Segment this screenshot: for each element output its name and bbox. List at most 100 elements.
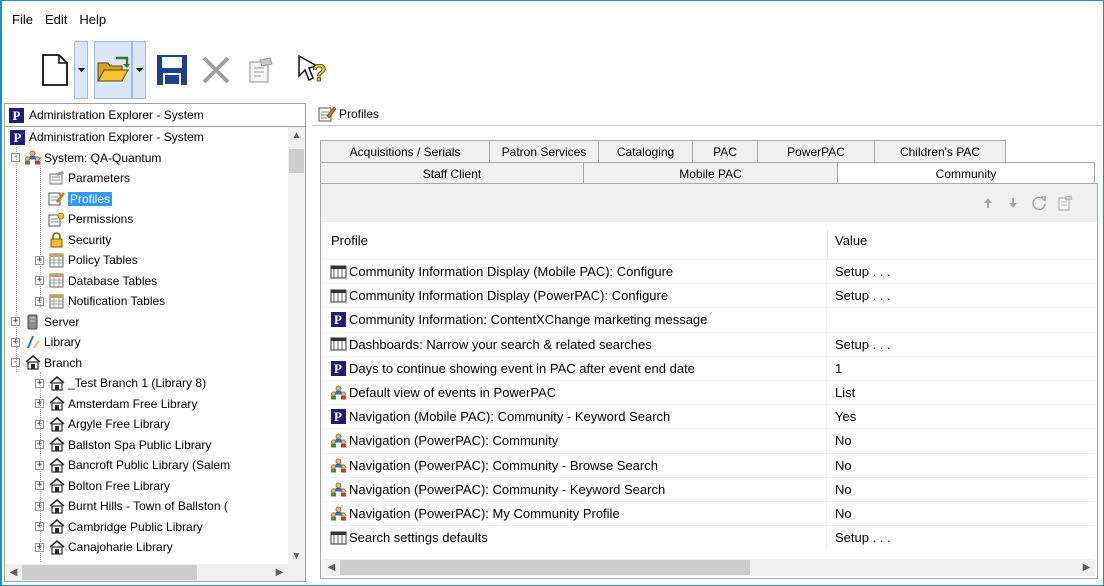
column-header-value[interactable]: Value: [827, 233, 867, 248]
help-button[interactable]: ?: [292, 41, 332, 99]
value-cell[interactable]: Setup . . .: [827, 264, 891, 279]
value-cell[interactable]: Yes: [827, 409, 856, 424]
column-header-profile[interactable]: Profile: [323, 233, 827, 248]
profile-cell: Dashboards: Narrow your search & related…: [323, 332, 827, 356]
users-icon: [329, 481, 347, 497]
arrow-down-icon: [1009, 198, 1017, 208]
move-up-button[interactable]: [978, 194, 998, 212]
save-button[interactable]: [152, 41, 192, 99]
profile-name: Community Information Display (Mobile PA…: [349, 264, 674, 279]
menu-help[interactable]: Help: [79, 12, 114, 27]
left-pane-header: P Administration Explorer - System: [4, 103, 306, 126]
tree-item[interactable]: + Library: [11, 332, 81, 352]
tree-item[interactable]: + Cambridge Public Library: [35, 517, 203, 537]
new-dropdown-button[interactable]: [74, 41, 88, 99]
tree-vscroll-thumb[interactable]: [289, 149, 304, 173]
profile-row[interactable]: P Days to continue showing event in PAC a…: [323, 355, 1095, 380]
grid-horizontal-scrollbar[interactable]: ◀ ▶: [323, 559, 1095, 576]
open-dropdown-button[interactable]: [132, 41, 146, 99]
tree-item[interactable]: + Argyle Free Library: [35, 414, 170, 434]
properties-button[interactable]: [240, 41, 280, 99]
scroll-right-arrow-icon[interactable]: ▶: [271, 564, 288, 581]
value-cell[interactable]: List: [827, 385, 855, 400]
tab-acquisitions-serials[interactable]: Acquisitions / Serials: [320, 140, 490, 162]
polaris-p-icon: P: [329, 360, 347, 376]
grid-hscroll-thumb[interactable]: [340, 560, 750, 575]
profile-row[interactable]: P Community Information: ContentXChange m…: [323, 307, 1095, 332]
scroll-left-arrow-icon[interactable]: ◀: [323, 559, 340, 576]
tree-item[interactable]: - System: QA-Quantum: [11, 148, 161, 168]
tree-item[interactable]: Security: [35, 230, 111, 250]
profile-row[interactable]: Community Information Display (PowerPAC)…: [323, 283, 1095, 308]
new-button-group: [36, 41, 88, 99]
tree-item[interactable]: - Branch: [11, 353, 82, 373]
tree-item[interactable]: Permissions: [35, 209, 133, 229]
scroll-down-arrow-icon[interactable]: ▼: [288, 548, 305, 565]
tree-connector: [16, 147, 17, 372]
value-cell[interactable]: Setup . . .: [827, 288, 891, 303]
delete-x-icon: [202, 56, 230, 84]
profile-row[interactable]: Dashboards: Narrow your search & related…: [323, 331, 1095, 356]
value-cell[interactable]: 1: [827, 361, 842, 376]
value-cell[interactable]: No: [827, 458, 852, 473]
svg-text:?: ?: [312, 60, 327, 86]
profile-row[interactable]: Navigation (PowerPAC): My Community Prof…: [323, 501, 1095, 525]
community-tab-panel: Profile Value Community Information Disp…: [320, 183, 1098, 579]
profile-row[interactable]: Navigation (PowerPAC): Community No: [323, 428, 1095, 453]
delete-button[interactable]: [196, 41, 236, 99]
tab-staff-client[interactable]: Staff Client: [320, 162, 584, 184]
value-cell[interactable]: No: [827, 506, 852, 521]
tree-item[interactable]: + Bolton Free Library: [35, 476, 170, 496]
tree-item-label: Argyle Free Library: [68, 417, 171, 431]
tree-horizontal-scrollbar[interactable]: ◀ ▶: [5, 564, 288, 581]
scroll-right-arrow-icon[interactable]: ▶: [1078, 559, 1095, 576]
tree-item[interactable]: + _Test Branch 1 (Library 8): [35, 373, 206, 393]
tree-item[interactable]: + Burnt Hills - Town of Ballston (: [35, 496, 228, 516]
tree-item[interactable]: + Amsterdam Free Library: [35, 394, 197, 414]
profile-row[interactable]: Community Information Display (Mobile PA…: [323, 259, 1095, 283]
menu-edit[interactable]: Edit: [45, 12, 75, 27]
scroll-up-arrow-icon[interactable]: ▲: [288, 127, 305, 144]
new-button[interactable]: [36, 41, 74, 99]
tree-vertical-scrollbar[interactable]: ▲ ▼: [288, 127, 305, 565]
open-button[interactable]: [94, 41, 132, 99]
refresh-icon: [1032, 196, 1046, 211]
tree-item[interactable]: + Policy Tables: [35, 250, 138, 270]
move-down-button[interactable]: [1003, 194, 1023, 212]
profile-row[interactable]: Default view of events in PowerPAC List: [323, 380, 1095, 404]
profile-row[interactable]: P Navigation (Mobile PAC): Community - Ke…: [323, 404, 1095, 429]
tree-item[interactable]: + Bancroft Public Library (Salem: [35, 455, 230, 475]
tree-item[interactable]: + Ballston Spa Public Library: [35, 435, 211, 455]
refresh-button[interactable]: [1029, 194, 1049, 212]
table-icon: [48, 252, 65, 268]
tab-patron-services[interactable]: Patron Services: [489, 140, 599, 162]
profile-row[interactable]: Search settings defaults Setup . . .: [323, 525, 1095, 550]
profile-row[interactable]: Navigation (PowerPAC): Community - Keywo…: [323, 476, 1095, 501]
value-cell[interactable]: No: [827, 433, 852, 448]
tab-mobile-pac[interactable]: Mobile PAC: [583, 162, 838, 184]
value-cell[interactable]: Setup . . .: [827, 530, 891, 545]
tree-item[interactable]: + Notification Tables: [35, 291, 165, 311]
tree-item[interactable]: + Canajoharie Library: [35, 537, 173, 557]
grid-properties-button[interactable]: [1055, 194, 1075, 212]
tree-item[interactable]: Profiles: [35, 189, 113, 209]
value-cell[interactable]: Setup . . .: [827, 337, 891, 352]
tab-childrens-pac[interactable]: Children's PAC: [874, 140, 1006, 162]
tab-community[interactable]: Community: [837, 162, 1095, 184]
toolbar: ?: [2, 37, 1103, 103]
tab-pac[interactable]: PAC: [692, 140, 758, 162]
parameters-icon: [48, 170, 65, 186]
tree-item[interactable]: + Server: [11, 312, 79, 332]
tab-cataloging[interactable]: Cataloging: [598, 140, 693, 162]
menu-file[interactable]: File: [12, 12, 41, 27]
profile-row[interactable]: Navigation (PowerPAC): Community - Brows…: [323, 452, 1095, 477]
tree-hscroll-thumb[interactable]: [22, 565, 197, 580]
profile-cell: Navigation (PowerPAC): My Community Prof…: [323, 502, 827, 525]
tab-powerpac[interactable]: PowerPAC: [757, 140, 875, 162]
value-cell[interactable]: No: [827, 482, 852, 497]
tree-item[interactable]: Parameters: [35, 168, 130, 188]
tabs-row-1: Acquisitions / Serials Patron Services C…: [320, 140, 1006, 162]
tree-item[interactable]: P Administration Explorer - System: [9, 127, 204, 147]
scroll-left-arrow-icon[interactable]: ◀: [5, 564, 22, 581]
tree-item[interactable]: + Database Tables: [35, 271, 157, 291]
